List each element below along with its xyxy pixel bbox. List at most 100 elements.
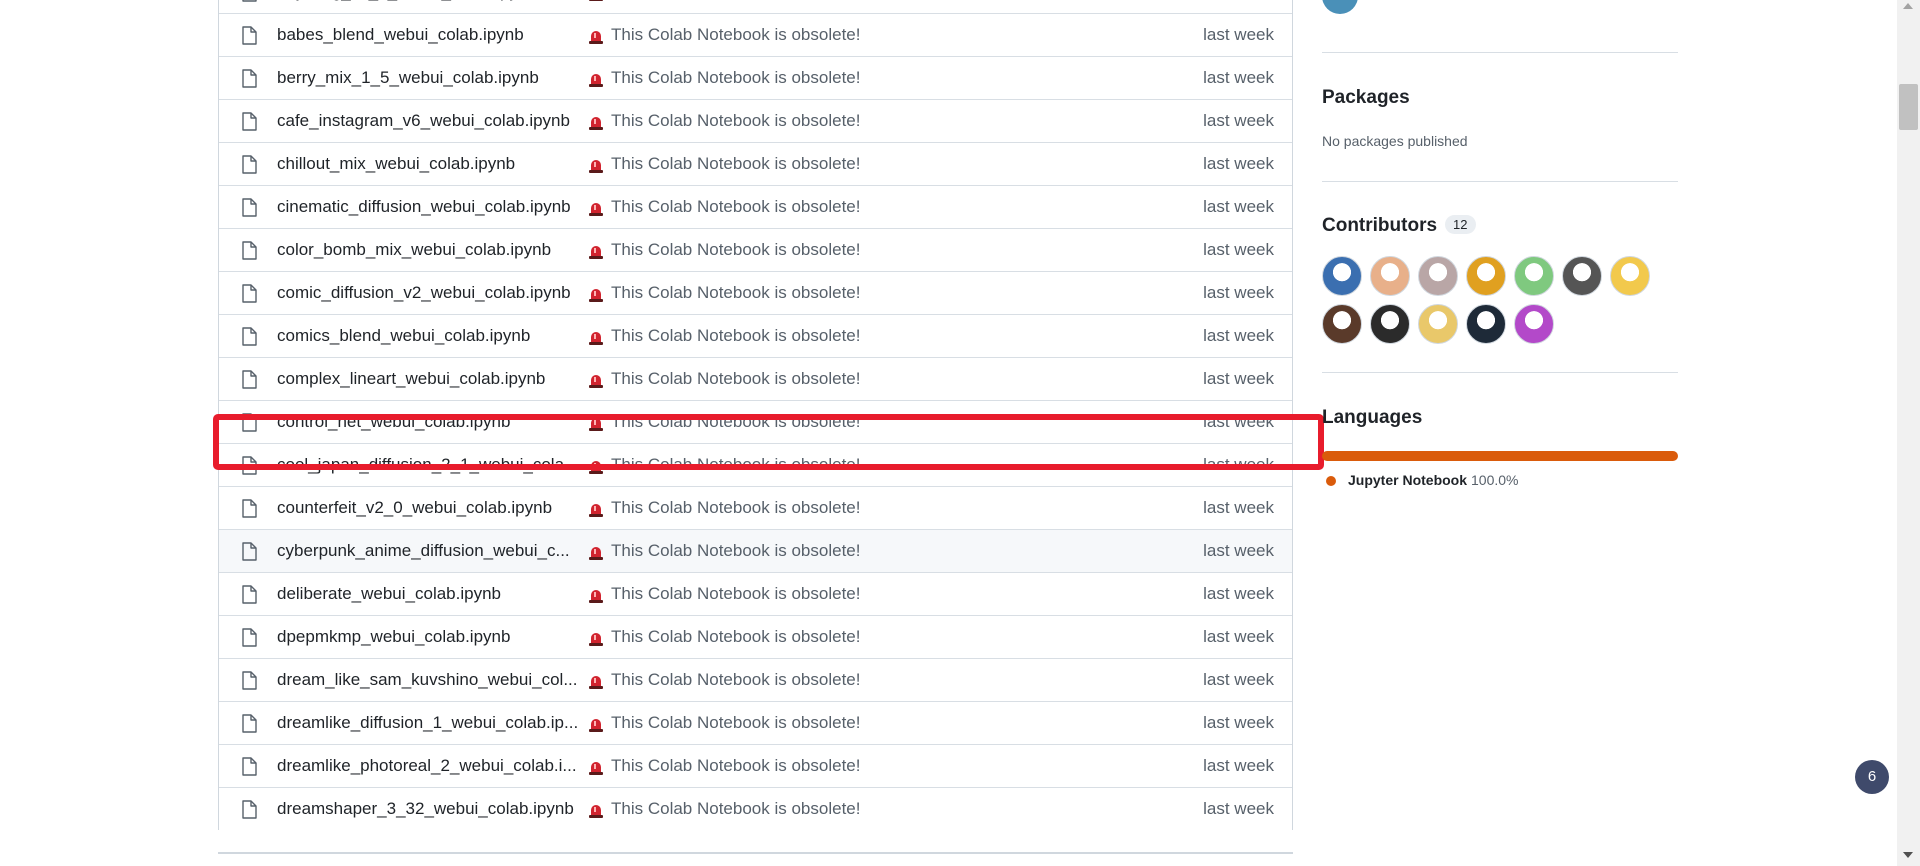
contributor-avatar[interactable] bbox=[1466, 256, 1506, 296]
file-row[interactable]: control_net_webui_colab.ipynb This Colab … bbox=[219, 400, 1292, 443]
file-name-link[interactable]: counterfeit_v2_0_webui_colab.ipynb bbox=[277, 498, 577, 518]
commit-message-link[interactable]: This Colab Notebook is obsolete! bbox=[611, 756, 860, 776]
commit-message-link[interactable]: This Colab Notebook is obsolete! bbox=[611, 369, 860, 389]
file-icon bbox=[241, 0, 257, 2]
file-row[interactable]: comic_diffusion_v2_webui_colab.ipynb This… bbox=[219, 271, 1292, 314]
commit-message-link[interactable]: This Colab Notebook is obsolete! bbox=[611, 0, 860, 2]
rotating-light-icon bbox=[587, 157, 605, 173]
file-name-link[interactable]: dream_like_sam_kuvshino_webui_col... bbox=[277, 670, 577, 690]
file-row[interactable]: cool_japan_diffusion_2_1_webui_cola... Th… bbox=[219, 443, 1292, 486]
commit-message-link[interactable]: This Colab Notebook is obsolete! bbox=[611, 197, 860, 217]
commit-message-link[interactable]: This Colab Notebook is obsolete! bbox=[611, 412, 860, 432]
file-row[interactable]: comics_blend_webui_colab.ipynb This Colab… bbox=[219, 314, 1292, 357]
language-bar bbox=[1322, 451, 1678, 461]
rotating-light-icon bbox=[587, 114, 605, 130]
commit-message-link[interactable]: This Colab Notebook is obsolete! bbox=[611, 111, 860, 131]
commit-message-link[interactable]: This Colab Notebook is obsolete! bbox=[611, 455, 860, 475]
contributor-avatar[interactable] bbox=[1466, 304, 1506, 344]
file-row[interactable]: berry_mix_1_5_webui_colab.ipynb This Cola… bbox=[219, 56, 1292, 99]
contributor-avatar[interactable] bbox=[1418, 304, 1458, 344]
file-name-link[interactable]: dreamlike_photoreal_2_webui_colab.i... bbox=[277, 756, 577, 776]
commit-age: last week bbox=[1203, 283, 1274, 302]
file-name-link[interactable]: chillout_mix_webui_colab.ipynb bbox=[277, 154, 577, 174]
file-row[interactable]: cinematic_diffusion_webui_colab.ipynb Thi… bbox=[219, 185, 1292, 228]
file-row[interactable]: dreamlike_photoreal_2_webui_colab.i... Th… bbox=[219, 744, 1292, 787]
file-icon bbox=[241, 241, 257, 260]
file-name-link[interactable]: comics_blend_webui_colab.ipynb bbox=[277, 326, 577, 346]
file-name-link[interactable]: deliberate_webui_colab.ipynb bbox=[277, 584, 577, 604]
rotating-light-icon bbox=[587, 544, 605, 560]
contributor-avatar[interactable] bbox=[1370, 256, 1410, 296]
file-name-link[interactable]: cafe_instagram_v6_webui_colab.ipynb bbox=[277, 111, 577, 131]
commit-message-link[interactable]: This Colab Notebook is obsolete! bbox=[611, 799, 860, 819]
file-name-link[interactable]: complex_lineart_webui_colab.ipynb bbox=[277, 369, 577, 389]
rotating-light-icon bbox=[587, 71, 605, 87]
file-icon bbox=[241, 112, 257, 131]
file-name-link[interactable]: dreamlike_diffusion_1_webui_colab.ip... bbox=[277, 713, 577, 733]
contributor-avatar[interactable] bbox=[1562, 256, 1602, 296]
rotating-light-icon bbox=[587, 759, 605, 775]
commit-message-link[interactable]: This Colab Notebook is obsolete! bbox=[611, 584, 860, 604]
contributors-title[interactable]: Contributors bbox=[1322, 215, 1437, 236]
commit-message-link[interactable]: This Colab Notebook is obsolete! bbox=[611, 25, 860, 45]
file-name-link[interactable]: dreamshaper_3_32_webui_colab.ipynb bbox=[277, 799, 577, 819]
file-icon bbox=[241, 413, 257, 432]
rotating-light-icon bbox=[587, 802, 605, 818]
commit-message-link[interactable]: This Colab Notebook is obsolete! bbox=[611, 154, 860, 174]
commit-message-link[interactable]: This Colab Notebook is obsolete! bbox=[611, 541, 860, 561]
file-row[interactable]: dpepmkmp_webui_colab.ipynb This Colab Not… bbox=[219, 615, 1292, 658]
file-name-link[interactable]: color_bomb_mix_webui_colab.ipynb bbox=[277, 240, 577, 260]
file-name-link[interactable]: babes_blend_webui_colab.ipynb bbox=[277, 25, 577, 45]
commit-message-link[interactable]: This Colab Notebook is obsolete! bbox=[611, 326, 860, 346]
contributor-avatar[interactable] bbox=[1322, 304, 1362, 344]
file-name-link[interactable]: cinematic_diffusion_webui_colab.ipynb bbox=[277, 197, 577, 217]
contributor-avatar[interactable] bbox=[1514, 304, 1554, 344]
contributor-avatar[interactable] bbox=[1610, 256, 1650, 296]
contributor-avatar[interactable] bbox=[1514, 256, 1554, 296]
file-name-link[interactable]: cyberpunk_anime_diffusion_webui_c... bbox=[277, 541, 577, 561]
scroll-up-arrow-icon[interactable] bbox=[1903, 3, 1913, 9]
file-row[interactable]: babes_blend_webui_colab.ipynb This Colab … bbox=[219, 13, 1292, 56]
file-name-link[interactable]: berry_mix_1_5_webui_colab.ipynb bbox=[277, 68, 577, 88]
commit-age: last week bbox=[1203, 326, 1274, 345]
file-row[interactable]: color_bomb_mix_webui_colab.ipynb This Col… bbox=[219, 228, 1292, 271]
file-name-link[interactable]: dpepmkmp_webui_colab.ipynb bbox=[277, 627, 577, 647]
file-name-link[interactable]: cool_japan_diffusion_2_1_webui_cola... bbox=[277, 455, 577, 475]
commit-message-link[interactable]: This Colab Notebook is obsolete! bbox=[611, 68, 860, 88]
commit-message-link[interactable]: This Colab Notebook is obsolete! bbox=[611, 498, 860, 518]
file-row[interactable]: complex_lineart_webui_colab.ipynb This Co… bbox=[219, 357, 1292, 400]
contributor-avatar[interactable] bbox=[1418, 256, 1458, 296]
file-row[interactable]: cafe_instagram_v6_webui_colab.ipynb This … bbox=[219, 99, 1292, 142]
notification-badge[interactable]: 6 bbox=[1855, 760, 1889, 794]
language-color-dot bbox=[1326, 476, 1336, 486]
file-row[interactable]: dream_like_sam_kuvshino_webui_col... This… bbox=[219, 658, 1292, 701]
file-row[interactable]: deliberate_webui_colab.ipynb This Colab N… bbox=[219, 572, 1292, 615]
rotating-light-icon bbox=[587, 630, 605, 646]
file-name-link[interactable]: control_net_webui_colab.ipynb bbox=[277, 412, 577, 432]
contributor-avatar[interactable] bbox=[1322, 256, 1362, 296]
packages-empty-text: No packages published bbox=[1322, 133, 1468, 149]
file-row[interactable]: chillout_mix_webui_colab.ipynb This Colab… bbox=[219, 142, 1292, 185]
file-icon bbox=[241, 26, 257, 45]
contributors-heading[interactable]: Contributors 12 bbox=[1322, 215, 1476, 237]
commit-message-link[interactable]: This Colab Notebook is obsolete! bbox=[611, 240, 860, 260]
file-row[interactable]: dreamlike_diffusion_1_webui_colab.ip... T… bbox=[219, 701, 1292, 744]
language-item[interactable]: Jupyter Notebook 100.0% bbox=[1326, 472, 1519, 488]
file-row[interactable]: dreamshaper_3_32_webui_colab.ipynb This C… bbox=[219, 787, 1292, 830]
file-name-link[interactable]: comic_diffusion_v2_webui_colab.ipynb bbox=[277, 283, 577, 303]
commit-message-link[interactable]: This Colab Notebook is obsolete! bbox=[611, 713, 860, 733]
contributor-avatar[interactable] bbox=[1370, 304, 1410, 344]
file-row[interactable]: counterfeit_v2_0_webui_colab.ipynb This C… bbox=[219, 486, 1292, 529]
file-row[interactable]: anything_v4_5_webui_colab.ipynb This Cola… bbox=[219, 0, 1292, 13]
scroll-down-arrow-icon[interactable] bbox=[1903, 852, 1913, 858]
file-row[interactable]: cyberpunk_anime_diffusion_webui_c... This… bbox=[219, 529, 1292, 572]
contributors-count-badge: 12 bbox=[1445, 215, 1476, 234]
commit-message-link[interactable]: This Colab Notebook is obsolete! bbox=[611, 627, 860, 647]
packages-heading[interactable]: Packages bbox=[1322, 87, 1410, 109]
commit-message-link[interactable]: This Colab Notebook is obsolete! bbox=[611, 670, 860, 690]
commit-message-link[interactable]: This Colab Notebook is obsolete! bbox=[611, 283, 860, 303]
file-icon bbox=[241, 456, 257, 475]
file-name-link[interactable]: anything_v4_5_webui_colab.ipynb bbox=[277, 0, 577, 2]
commit-age: last week bbox=[1203, 799, 1274, 818]
scrollbar-thumb[interactable] bbox=[1899, 84, 1918, 130]
